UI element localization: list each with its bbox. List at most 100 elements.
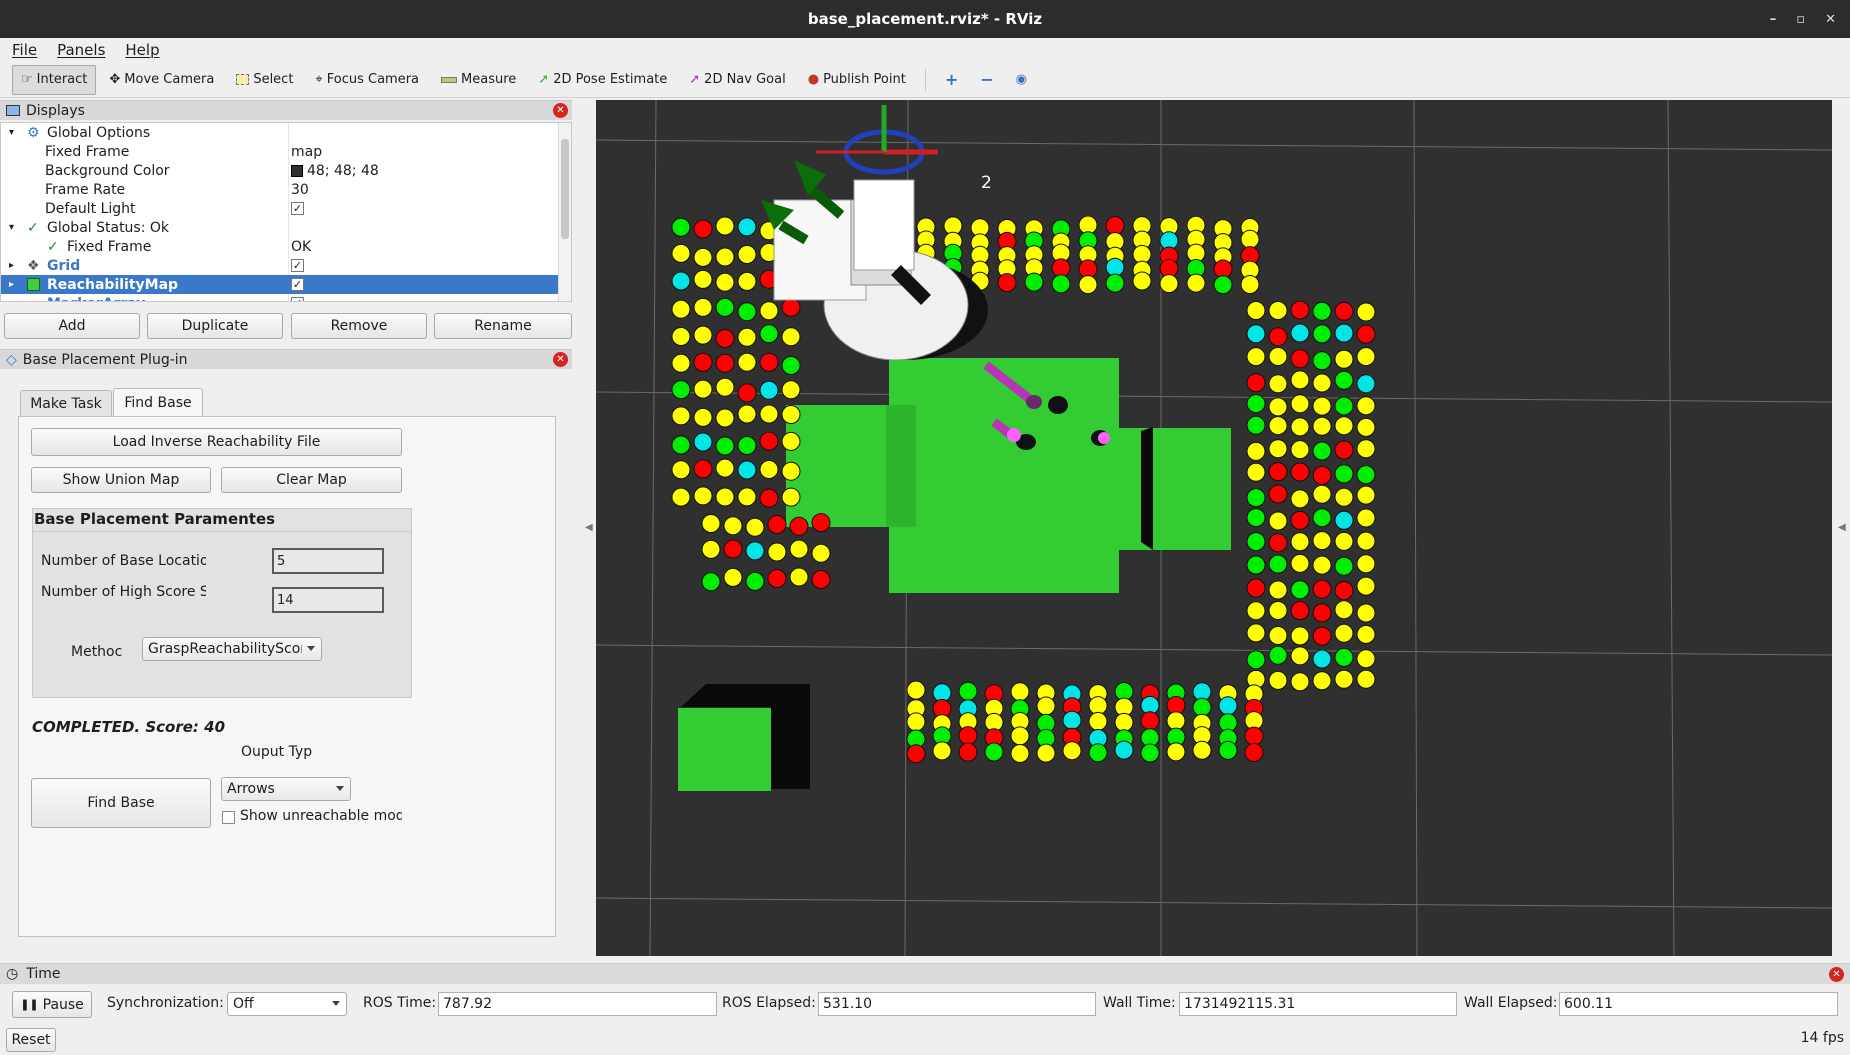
- expand-arrow-icon[interactable]: ▾: [9, 222, 14, 233]
- reachability-sphere: [1244, 726, 1264, 746]
- close-time-icon[interactable]: ✕: [1829, 967, 1844, 982]
- duplicate-display-button[interactable]: Duplicate: [147, 313, 283, 339]
- tree-row-global-options[interactable]: ▾ ⚙ Global Options: [1, 123, 560, 142]
- close-plugin-icon[interactable]: ✕: [553, 352, 568, 367]
- reachability-sphere: [1246, 441, 1266, 461]
- tree-row-grid[interactable]: ▸ ❖ Grid ✓: [1, 256, 560, 275]
- tool-2d-pose-estimate[interactable]: ➚ 2D Pose Estimate: [529, 65, 676, 95]
- output-type-select[interactable]: Arrows: [221, 777, 351, 801]
- reachability-sphere: [1268, 439, 1288, 459]
- right-splitter-arrow-icon[interactable]: ◀: [1838, 522, 1846, 533]
- pause-button[interactable]: ❚❚ Pause: [12, 991, 92, 1018]
- add-display-button[interactable]: Add: [4, 313, 140, 339]
- pause-icon: ❚❚: [20, 998, 39, 1011]
- reachability-sphere: [671, 243, 691, 263]
- tree-row-reachability-map[interactable]: ▸ ReachabilityMap ✓: [1, 275, 560, 294]
- time-panel-header: ◷ Time ✕: [0, 963, 1850, 984]
- render-viewport[interactable]: 2: [596, 100, 1832, 956]
- tree-row-marker-array[interactable]: ▸ MarkerArray ✓: [1, 294, 560, 301]
- tool-move-camera[interactable]: ✥ Move Camera: [100, 65, 223, 95]
- tree-row-background-color[interactable]: Background Color 48; 48; 48: [1, 161, 560, 180]
- reachability-sphere: [715, 216, 735, 236]
- wall-elapsed-label: Wall Elapsed:: [1464, 995, 1558, 1011]
- default-light-checkbox[interactable]: ✓: [291, 202, 304, 215]
- show-union-map-button[interactable]: Show Union Map: [31, 467, 211, 493]
- menu-help[interactable]: Help: [125, 41, 159, 59]
- tree-row-global-status[interactable]: ▾ ✓ Global Status: Ok: [1, 218, 560, 237]
- reachability-sphere: [715, 408, 735, 428]
- reachability-map-checkbox[interactable]: ✓: [291, 278, 304, 291]
- reachability-sphere: [789, 567, 809, 587]
- tree-row-fixed-frame-status[interactable]: ✓ Fixed Frame OK: [1, 237, 560, 256]
- reachability-sphere: [1312, 416, 1332, 436]
- collapse-arrow-icon[interactable]: ▸: [9, 298, 14, 301]
- tab-find-base[interactable]: Find Base: [113, 388, 203, 416]
- wall-elapsed-field[interactable]: 600.11: [1559, 992, 1838, 1016]
- left-splitter-arrow-icon[interactable]: ◀: [585, 522, 593, 533]
- menu-file[interactable]: File: [12, 41, 37, 59]
- menu-panels[interactable]: Panels: [57, 41, 105, 59]
- gear-icon: ⚙: [27, 124, 40, 141]
- focus-camera-icon: ⌖: [315, 72, 323, 87]
- reachability-sphere: [1290, 626, 1310, 646]
- reachability-sphere: [737, 217, 757, 237]
- num-high-score-spheres-input[interactable]: 14: [272, 587, 384, 613]
- maximize-icon[interactable]: ▫: [1796, 12, 1805, 27]
- close-window-icon[interactable]: ✕: [1825, 12, 1836, 27]
- displays-scrollbar[interactable]: [558, 123, 571, 301]
- reachability-sphere: [1218, 696, 1238, 716]
- grid-checkbox[interactable]: ✓: [291, 259, 304, 272]
- reachability-sphere: [1356, 649, 1376, 669]
- marker-array-checkbox[interactable]: ✓: [291, 297, 304, 301]
- tool-focus-camera[interactable]: ⌖ Focus Camera: [306, 65, 428, 95]
- tree-row-fixed-frame[interactable]: Fixed Frame map: [1, 142, 560, 161]
- tree-row-frame-rate[interactable]: Frame Rate 30: [1, 180, 560, 199]
- grid-icon: ❖: [27, 257, 40, 274]
- reachability-sphere: [1312, 396, 1332, 416]
- expand-arrow-icon[interactable]: ▾: [9, 127, 14, 138]
- tab-make-task[interactable]: Make Task: [20, 390, 112, 416]
- tool-2d-nav-goal[interactable]: ➚ 2D Nav Goal: [680, 65, 794, 95]
- tree-row-default-light[interactable]: Default Light ✓: [1, 199, 560, 218]
- scrollbar-thumb[interactable]: [561, 139, 569, 239]
- remove-tool-button[interactable]: −: [971, 65, 1002, 95]
- find-base-button[interactable]: Find Base: [31, 778, 211, 828]
- rename-display-button[interactable]: Rename: [434, 313, 572, 339]
- grid-line: [596, 391, 1832, 403]
- tool-publish-point[interactable]: ● Publish Point: [799, 65, 915, 95]
- ros-time-field[interactable]: 787.92: [438, 992, 717, 1016]
- reachability-sphere: [723, 567, 743, 587]
- add-tool-button[interactable]: +: [936, 65, 967, 95]
- reachability-sphere: [737, 245, 757, 264]
- reachability-sphere: [1166, 711, 1186, 731]
- minimize-icon[interactable]: –: [1770, 12, 1777, 27]
- reachability-sphere: [1268, 554, 1288, 574]
- reachability-sphere: [1268, 416, 1288, 436]
- clear-map-button[interactable]: Clear Map: [221, 467, 402, 493]
- reachability-sphere: [1218, 740, 1238, 760]
- show-unreachable-checkbox[interactable]: [222, 811, 235, 824]
- collapse-arrow-icon[interactable]: ▸: [9, 260, 14, 271]
- load-inverse-reachability-button[interactable]: Load Inverse Reachability File: [31, 428, 402, 456]
- collapse-arrow-icon[interactable]: ▸: [9, 279, 14, 290]
- wall-time-field[interactable]: 1731492115.31: [1179, 992, 1457, 1016]
- reachability-sphere: [671, 327, 691, 346]
- tool-measure[interactable]: Measure: [432, 65, 525, 95]
- tool-interact[interactable]: ☞ Interact: [12, 64, 97, 95]
- ros-elapsed-field[interactable]: 531.10: [818, 992, 1096, 1016]
- reachability-sphere: [1088, 696, 1108, 716]
- reset-button[interactable]: Reset: [6, 1028, 56, 1052]
- remove-display-button[interactable]: Remove: [291, 313, 427, 339]
- sync-select[interactable]: Off: [227, 992, 347, 1016]
- publish-point-icon: ●: [807, 72, 820, 87]
- scene-canvas[interactable]: 2: [596, 100, 1832, 956]
- chevron-down-icon: [307, 646, 315, 651]
- num-base-locations-input[interactable]: 5: [272, 548, 384, 574]
- color-swatch: [291, 164, 303, 177]
- method-select[interactable]: GraspReachabilityScore: [142, 637, 322, 661]
- tool-select[interactable]: Select: [227, 65, 302, 95]
- displays-title: Displays: [26, 102, 85, 119]
- close-displays-icon[interactable]: ✕: [553, 103, 568, 118]
- reachability-sphere: [1036, 743, 1056, 763]
- panels-visibility-button[interactable]: ◉: [1007, 65, 1036, 95]
